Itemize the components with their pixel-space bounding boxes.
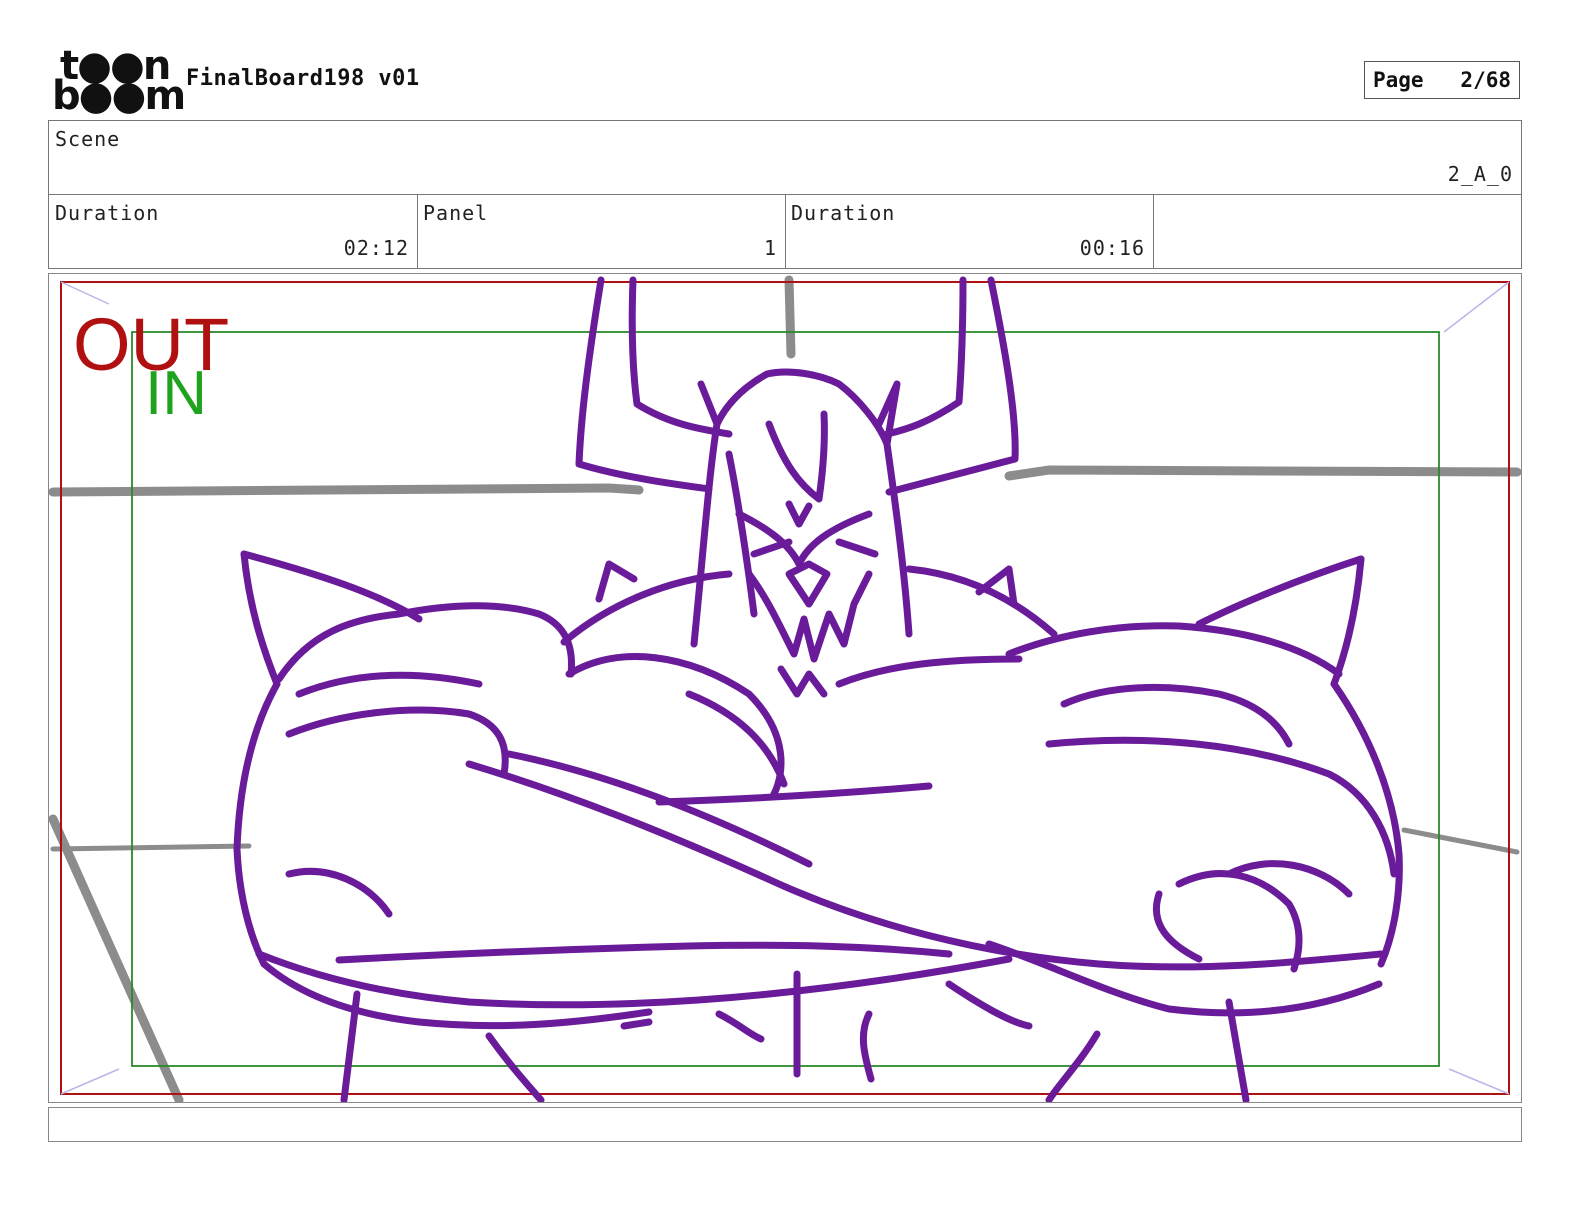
panel-cell: Panel 1 <box>417 195 785 268</box>
in-label: IN <box>145 359 207 428</box>
page-indicator: Page 2/68 <box>1364 61 1520 99</box>
duration-panel-cell: Duration 00:16 <box>785 195 1153 268</box>
panel-sketch: OUT IN <box>49 275 1521 1102</box>
scene-field: Scene 2_A_0 <box>48 120 1522 195</box>
toonboom-logo: t●●n b●●m <box>52 46 186 116</box>
panel-label: Panel <box>423 201 489 225</box>
duration-panel-value: 00:16 <box>1079 236 1145 260</box>
duration-total-cell: Duration 02:12 <box>49 195 417 268</box>
duration-panel-label: Duration <box>791 201 896 225</box>
empty-cell <box>1153 195 1523 268</box>
panel-value: 1 <box>763 236 777 260</box>
duration-total-label: Duration <box>55 201 160 225</box>
scene-value: 2_A_0 <box>1447 162 1513 186</box>
info-row: Duration 02:12 Panel 1 Duration 00:16 <box>48 194 1522 269</box>
page-label: Page <box>1373 68 1424 92</box>
logo-line-2: b●●m <box>52 73 186 119</box>
scene-label: Scene <box>55 127 121 151</box>
page-number: 2/68 <box>1460 68 1511 92</box>
document-title: FinalBoard198 v01 <box>186 66 420 91</box>
caption-field <box>48 1107 1522 1142</box>
storyboard-panel: OUT IN <box>48 273 1522 1103</box>
duration-total-value: 02:12 <box>343 236 409 260</box>
